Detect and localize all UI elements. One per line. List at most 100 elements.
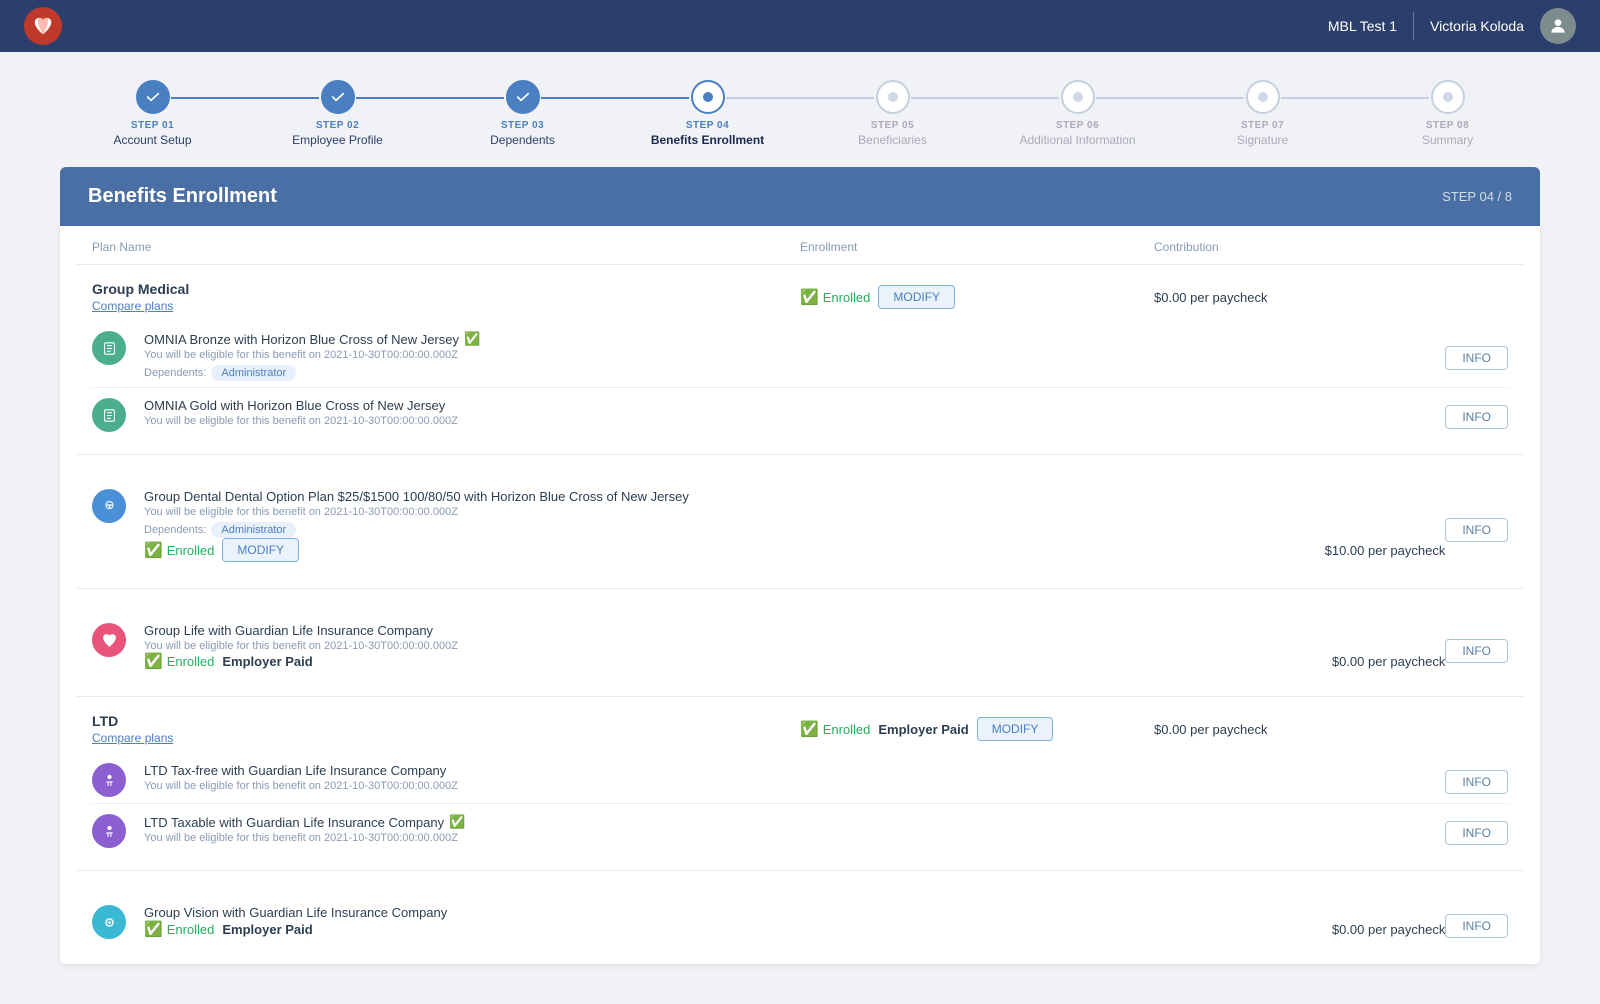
step-name-2: Employee Profile (292, 133, 383, 147)
sub-plan-info-group-dental-0: Group Dental Dental Option Plan $25/$150… (132, 489, 1445, 566)
step-circle-1 (136, 80, 170, 114)
sub-plan-name-group-dental-0: Group Dental Dental Option Plan $25/$150… (144, 489, 1445, 504)
verified-icon-ltd-1: ✅ (449, 814, 465, 830)
plan-section-group-dental: Group Dental Dental Option Plan $25/$150… (76, 455, 1524, 589)
eligibility-group-life-0: You will be eligible for this benefit on… (144, 640, 1445, 652)
user-name: Victoria Koloda (1430, 18, 1524, 34)
step-num-7: STEP 07 (1237, 120, 1288, 131)
sub-plan-item-ltd-1: LTD Taxable with Guardian Life Insurance… (92, 804, 1508, 854)
sub-check-icon-group-life-0: ✅ (144, 652, 163, 670)
sub-plans-ltd: LTD Tax-free with Guardian Life Insuranc… (92, 753, 1508, 854)
topnav-right: MBL Test 1 Victoria Koloda (1328, 8, 1576, 44)
step-circle-5 (876, 80, 910, 114)
step-name-7: Signature (1237, 133, 1288, 147)
plan-enrollment-ltd: ✅Enrolled Employer Paid MODIFY (800, 717, 1154, 741)
dependents-label-group-medical-0: Dependents: (144, 367, 206, 379)
step-label-group-4: STEP 04 Benefits Enrollment (651, 120, 764, 147)
step-item-4[interactable]: STEP 04 Benefits Enrollment (615, 80, 800, 147)
step-item-5[interactable]: STEP 05 Beneficiaries (800, 80, 985, 147)
section-step-label: STEP 04 / 8 (1442, 189, 1512, 204)
modify-btn-ltd[interactable]: MODIFY (977, 717, 1054, 741)
sub-contribution-group-vision-0: $0.00 per paycheck (1332, 922, 1445, 937)
modify-btn-group-medical[interactable]: MODIFY (878, 285, 955, 309)
org-name: MBL Test 1 (1328, 18, 1397, 34)
sub-plan-info-group-medical-1: OMNIA Gold with Horizon Blue Cross of Ne… (132, 398, 1445, 427)
table-header: Plan Name Enrollment Contribution (76, 226, 1524, 265)
step-circle-4 (691, 80, 725, 114)
sub-plans-group-dental: Group Dental Dental Option Plan $25/$150… (92, 479, 1508, 572)
step-circle-3 (506, 80, 540, 114)
sub-enrolled-group-dental-0: ✅Enrolled (144, 541, 214, 559)
sub-enrolled-group-vision-0: ✅Enrolled (144, 920, 214, 938)
contribution-group-medical: $0.00 per paycheck (1154, 290, 1508, 305)
sub-plan-item-ltd-0: LTD Tax-free with Guardian Life Insuranc… (92, 753, 1508, 804)
col-plan-header: Plan Name (92, 240, 800, 254)
sub-plan-name-group-life-0: Group Life with Guardian Life Insurance … (144, 623, 1445, 638)
sub-check-icon-group-vision-0: ✅ (144, 920, 163, 938)
check-icon-ltd: ✅ (800, 720, 819, 738)
step-name-3: Dependents (490, 133, 555, 147)
plan-name-col-ltd: LTD Compare plans (92, 713, 800, 745)
sub-plan-name-group-medical-1: OMNIA Gold with Horizon Blue Cross of Ne… (144, 398, 1445, 413)
sub-employer-paid-group-life-0: Employer Paid (222, 654, 312, 669)
eligibility-group-medical-0: You will be eligible for this benefit on… (144, 349, 1445, 361)
step-item-2[interactable]: STEP 02 Employee Profile (245, 80, 430, 147)
dep-badge-group-medical-0: Administrator (211, 365, 296, 381)
info-btn-group-dental-0[interactable]: INFO (1445, 518, 1508, 542)
plan-section-group-life: Group Life with Guardian Life Insurance … (76, 589, 1524, 697)
info-btn-group-life-0[interactable]: INFO (1445, 639, 1508, 663)
plan-name-group-medical: Group Medical (92, 281, 800, 297)
plans-table: Plan Name Enrollment Contribution Group … (60, 226, 1540, 964)
top-nav: MBL Test 1 Victoria Koloda (0, 0, 1600, 52)
info-btn-group-vision-0[interactable]: INFO (1445, 914, 1508, 938)
dependents-label-group-dental-0: Dependents: (144, 524, 206, 536)
step-item-3[interactable]: STEP 03 Dependents (430, 80, 615, 147)
plan-section-group-vision: Group Vision with Guardian Life Insuranc… (76, 871, 1524, 964)
plan-name-ltd: LTD (92, 713, 800, 729)
sub-plan-info-ltd-1: LTD Taxable with Guardian Life Insurance… (132, 814, 1445, 844)
step-label-group-8: STEP 08 Summary (1422, 120, 1473, 147)
step-label-group-2: STEP 02 Employee Profile (292, 120, 383, 147)
sub-plan-name-ltd-0: LTD Tax-free with Guardian Life Insuranc… (144, 763, 1445, 778)
info-btn-ltd-1[interactable]: INFO (1445, 821, 1508, 845)
step-item-7[interactable]: STEP 07 Signature (1170, 80, 1355, 147)
step-item-6[interactable]: STEP 06 Additional Information (985, 80, 1170, 147)
step-num-3: STEP 03 (490, 120, 555, 131)
sub-plan-icon-group-medical-0 (92, 331, 126, 365)
sub-plan-name-group-vision-0: Group Vision with Guardian Life Insuranc… (144, 905, 1445, 920)
section-header: Benefits Enrollment STEP 04 / 8 (60, 167, 1540, 226)
info-btn-group-medical-0[interactable]: INFO (1445, 346, 1508, 370)
sub-check-icon-group-dental-0: ✅ (144, 541, 163, 559)
eligibility-group-medical-1: You will be eligible for this benefit on… (144, 415, 1445, 427)
step-num-8: STEP 08 (1422, 120, 1473, 131)
info-btn-ltd-0[interactable]: INFO (1445, 770, 1508, 794)
sub-plan-info-group-life-0: Group Life with Guardian Life Insurance … (132, 623, 1445, 674)
sub-plan-icon-group-vision-0 (92, 905, 126, 939)
avatar[interactable] (1540, 8, 1576, 44)
stepper-area: STEP 01 Account Setup STEP 02 Employee P… (0, 52, 1600, 167)
col-contribution-header: Contribution (1154, 240, 1508, 254)
step-item-1[interactable]: STEP 01 Account Setup (60, 80, 245, 147)
sub-plan-item-group-dental-0: Group Dental Dental Option Plan $25/$150… (92, 479, 1508, 572)
eligibility-group-dental-0: You will be eligible for this benefit on… (144, 506, 1445, 518)
main-content: Benefits Enrollment STEP 04 / 8 Plan Nam… (0, 167, 1600, 1004)
plan-row-main-ltd: LTD Compare plans ✅Enrolled Employer Pai… (92, 713, 1508, 745)
eligibility-ltd-1: You will be eligible for this benefit on… (144, 832, 1445, 844)
step-item-8[interactable]: STEP 08 Summary (1355, 80, 1540, 147)
plans-list: Group Medical Compare plans ✅Enrolled MO… (76, 265, 1524, 964)
compare-plans-link-ltd[interactable]: Compare plans (92, 731, 800, 745)
step-num-4: STEP 04 (651, 120, 764, 131)
sub-plan-icon-group-medical-1 (92, 398, 126, 432)
sub-modify-btn-group-dental-0[interactable]: MODIFY (222, 538, 299, 562)
compare-plans-link-group-medical[interactable]: Compare plans (92, 299, 800, 313)
plan-name-col-group-medical: Group Medical Compare plans (92, 281, 800, 313)
plan-section-group-medical: Group Medical Compare plans ✅Enrolled MO… (76, 265, 1524, 455)
sub-plan-name-group-medical-0: OMNIA Bronze with Horizon Blue Cross of … (144, 331, 1445, 347)
step-label-group-7: STEP 07 Signature (1237, 120, 1288, 147)
dependents-row-group-medical-0: Dependents: Administrator (144, 365, 1445, 381)
info-btn-group-medical-1[interactable]: INFO (1445, 405, 1508, 429)
sub-plan-icon-ltd-1 (92, 814, 126, 848)
sub-plan-info-ltd-0: LTD Tax-free with Guardian Life Insuranc… (132, 763, 1445, 792)
step-circle-8 (1431, 80, 1465, 114)
logo-icon (24, 7, 62, 45)
